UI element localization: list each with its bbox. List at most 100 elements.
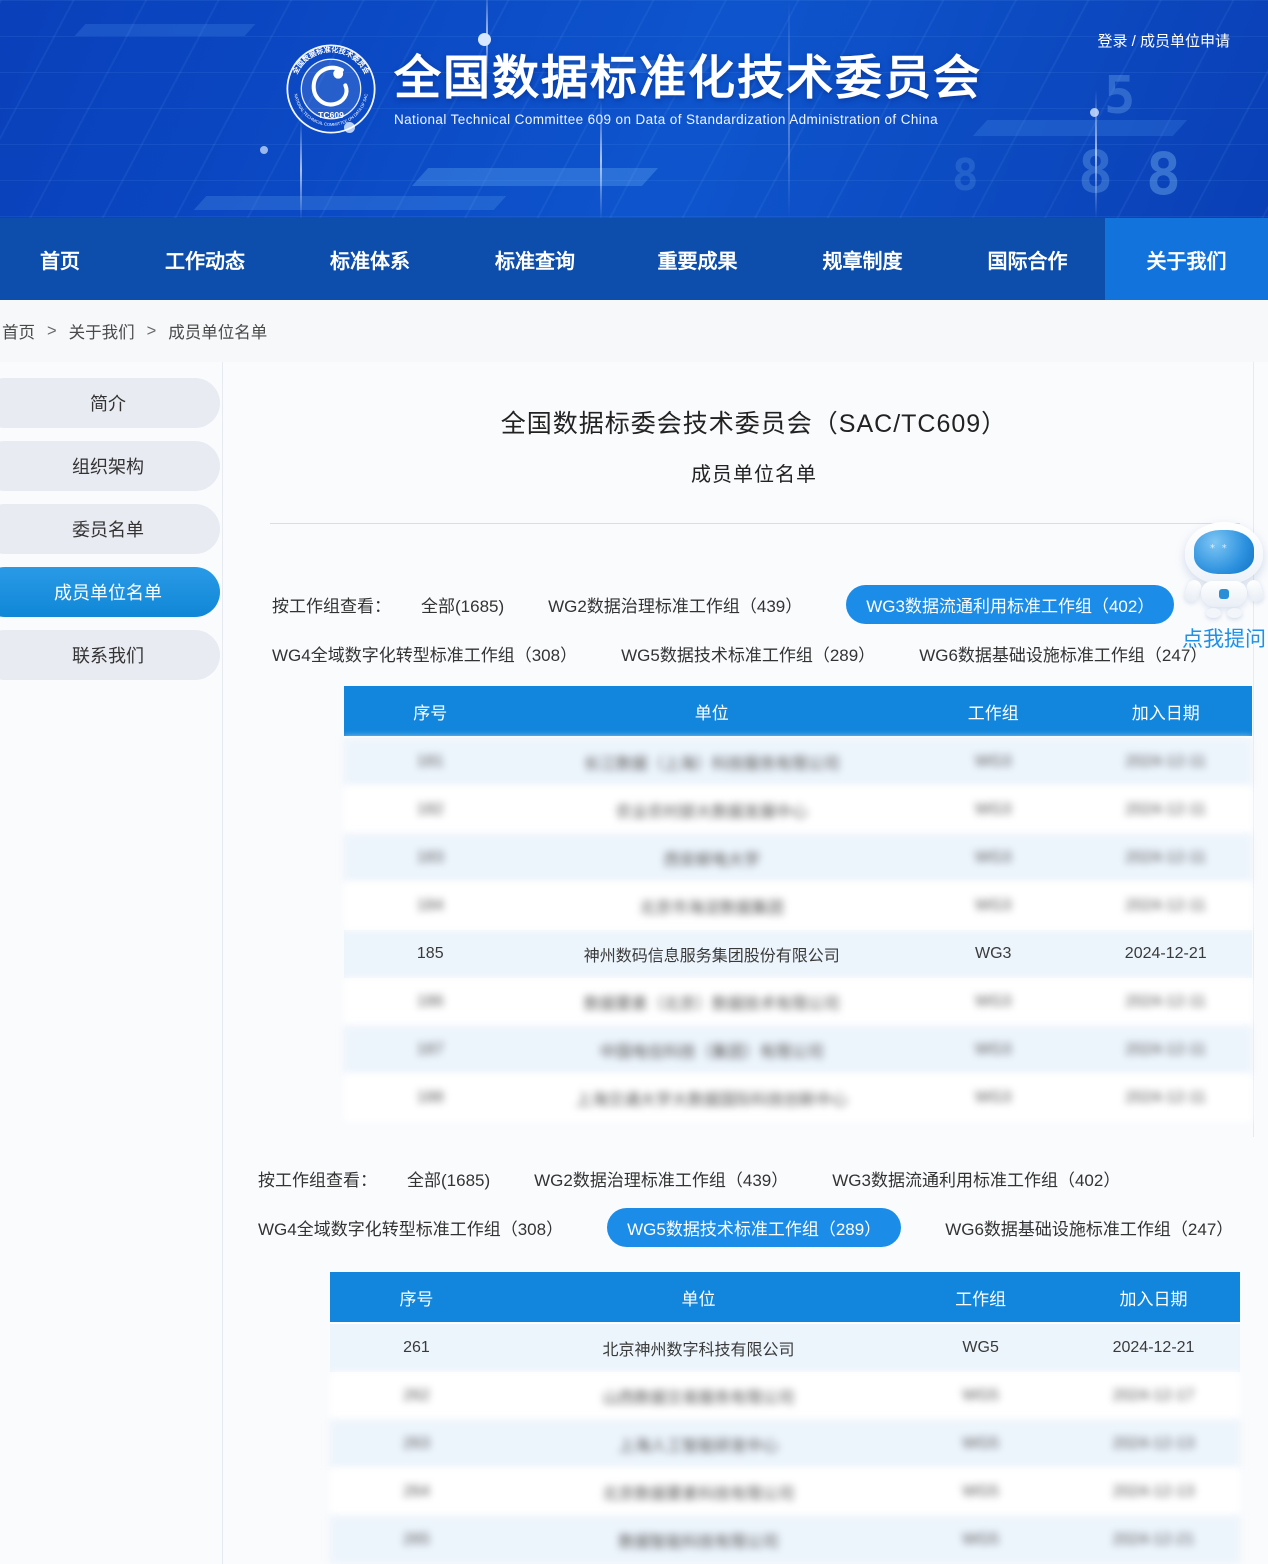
site-brand: 全国数据标准化技术委员会 NATIONAL TECHNICAL COMMITTE…: [0, 44, 1268, 134]
cell-org: 中国电信科技（集团）有限公司: [517, 1038, 907, 1062]
sidebar-item-member-units[interactable]: 成员单位名单: [0, 567, 220, 617]
nav-item-achievements[interactable]: 重要成果: [620, 218, 775, 300]
filter-wg4[interactable]: WG4全域数字化转型标准工作组（308）: [272, 641, 577, 666]
breadcrumb-home[interactable]: 首页: [2, 319, 35, 343]
nav-item-standard-search[interactable]: 标准查询: [450, 218, 620, 300]
cell-wg: WG3: [907, 945, 1080, 963]
table-header-row: 序号 单位 工作组 加入日期: [330, 1272, 1240, 1324]
cell-date: 2024-12-11: [1079, 993, 1252, 1011]
filter-all[interactable]: 全部(1685): [407, 1166, 490, 1191]
col-header-org: 单位: [503, 1285, 894, 1310]
filter-section-wg5: 按工作组查看： 全部(1685) WG2数据治理标准工作组（439） WG3数据…: [258, 1160, 1233, 1245]
col-header-wg: 工作组: [907, 699, 1080, 724]
robot-body: [1201, 581, 1247, 607]
header-decor-band: [412, 168, 658, 186]
cell-wg: WG5: [894, 1435, 1067, 1453]
cell-wg: WG3: [907, 849, 1080, 867]
filter-wg3[interactable]: WG3数据流通利用标准工作组（402）: [832, 1166, 1120, 1191]
filter-wg4[interactable]: WG4全域数字化转型标准工作组（308）: [258, 1215, 563, 1240]
site-header: 5 8 8 8 登录 / 成员单位申请 全国数据标准化技术委员会 N: [0, 0, 1268, 218]
filter-row: WG4全域数字化转型标准工作组（308） WG5数据技术标准工作组（289） W…: [272, 635, 1207, 671]
filter-wg2[interactable]: WG2数据治理标准工作组（439）: [548, 592, 802, 617]
sidebar-item-committee-list[interactable]: 委员名单: [0, 504, 220, 554]
nav-item-standard-system[interactable]: 标准体系: [290, 218, 450, 300]
cell-wg: WG5: [894, 1531, 1067, 1549]
robot-screen: [1194, 530, 1254, 574]
table-row: 264 北京数据要素科技有限公司 WG5 2024-12-13: [330, 1468, 1240, 1516]
sidebar: 简介 组织架构 委员名单 成员单位名单 联系我们: [0, 378, 220, 693]
breadcrumb-current: 成员单位名单: [168, 319, 267, 343]
table-row-highlight: 261 北京神州数字科技有限公司 WG5 2024-12-21: [330, 1324, 1240, 1372]
table-row: 184 北京市海淀数据集团 WG3 2024-12-11: [344, 882, 1252, 930]
cell-date: 2024-12-11: [1079, 801, 1252, 819]
cell-date: 2024-12-11: [1079, 1089, 1252, 1107]
ask-me-label[interactable]: 点我提问: [1180, 623, 1268, 653]
nav-item-home[interactable]: 首页: [0, 218, 120, 300]
member-table-wg3: 序号 单位 工作组 加入日期 181 长江数据（上海）科技服务有限公司 WG3 …: [344, 686, 1252, 1122]
cell-no: 262: [330, 1387, 503, 1405]
header-decor-band: [75, 24, 256, 36]
header-decor-dot: [260, 146, 268, 154]
filter-row: 按工作组查看： 全部(1685) WG2数据治理标准工作组（439） WG3数据…: [258, 1160, 1233, 1196]
sidebar-item-intro[interactable]: 简介: [0, 378, 220, 428]
cell-date: 2024-12-21: [1067, 1339, 1240, 1357]
table-row: 262 山西数据交易服务有限公司 WG5 2024-12-17: [330, 1372, 1240, 1420]
table-row: 183 西安邮电大学 WG3 2024-12-11: [344, 834, 1252, 882]
filter-label: 按工作组查看：: [272, 592, 391, 617]
table-row: 265 数据智能科技有限公司 WG5 2024-12-21: [330, 1516, 1240, 1564]
filter-label: 按工作组查看：: [258, 1166, 377, 1191]
cell-org: 北京神州数字科技有限公司: [503, 1336, 894, 1360]
nav-item-international[interactable]: 国际合作: [950, 218, 1105, 300]
filter-section-wg3: 按工作组查看： 全部(1685) WG2数据治理标准工作组（439） WG3数据…: [272, 586, 1207, 671]
table-header-row: 序号 单位 工作组 加入日期: [344, 686, 1252, 738]
cell-wg: WG5: [894, 1483, 1067, 1501]
col-header-no: 序号: [330, 1285, 503, 1310]
breadcrumb-about[interactable]: 关于我们: [69, 319, 135, 343]
cell-date: 2024-12-11: [1079, 1041, 1252, 1059]
site-title: 全国数据标准化技术委员会: [394, 51, 982, 105]
nav-item-about[interactable]: 关于我们: [1105, 218, 1268, 300]
filter-wg6[interactable]: WG6数据基础设施标准工作组（247）: [919, 641, 1207, 666]
cell-no: 186: [344, 993, 517, 1011]
cell-date: 2024-12-13: [1067, 1483, 1240, 1501]
cell-no: 265: [330, 1531, 503, 1549]
filter-wg6[interactable]: WG6数据基础设施标准工作组（247）: [945, 1215, 1233, 1240]
col-header-no: 序号: [344, 699, 517, 724]
page-subtitle: 成员单位名单: [240, 458, 1268, 487]
cell-date: 2024-12-11: [1079, 897, 1252, 915]
robot-arm: [1245, 578, 1265, 603]
chat-mascot[interactable]: 点我提问: [1180, 522, 1268, 653]
cell-org: 数据要素（北京）数据技术有限公司: [517, 990, 907, 1014]
nav-item-regulations[interactable]: 规章制度: [775, 218, 950, 300]
breadcrumb: 首页 > 关于我们 > 成员单位名单: [0, 300, 1268, 362]
filter-wg5[interactable]: WG5数据技术标准工作组（289）: [621, 641, 875, 666]
main-nav: 首页 工作动态 标准体系 标准查询 重要成果 规章制度 国际合作 关于我们: [0, 218, 1268, 300]
login-link[interactable]: 登录 / 成员单位申请: [1097, 30, 1230, 51]
cell-no: 181: [344, 753, 517, 771]
header-decor-digit: 8: [952, 150, 979, 201]
cell-org: 北京市海淀数据集团: [517, 894, 907, 918]
filter-wg2[interactable]: WG2数据治理标准工作组（439）: [534, 1166, 788, 1191]
cell-date: 2024-12-21: [1067, 1531, 1240, 1549]
filter-wg3-active-pill[interactable]: WG3数据流通利用标准工作组（402）: [846, 585, 1174, 624]
cell-org: 北京数据要素科技有限公司: [503, 1480, 894, 1504]
table-row: 188 上海交通大学大数据国际科技创新中心 WG3 2024-12-11: [344, 1074, 1252, 1122]
svg-text:TC609: TC609: [318, 110, 344, 120]
nav-item-news[interactable]: 工作动态: [120, 218, 290, 300]
cell-date: 2024-12-13: [1067, 1435, 1240, 1453]
content-edge-line: [222, 362, 223, 1564]
cell-no: 264: [330, 1483, 503, 1501]
member-table-wg5: 序号 单位 工作组 加入日期 261 北京神州数字科技有限公司 WG5 2024…: [330, 1272, 1240, 1564]
sidebar-item-structure[interactable]: 组织架构: [0, 441, 220, 491]
cell-wg: WG3: [907, 993, 1080, 1011]
filter-wg5-active-pill[interactable]: WG5数据技术标准工作组（289）: [607, 1208, 901, 1247]
cell-wg: WG3: [907, 897, 1080, 915]
cell-no: 185: [344, 945, 517, 963]
filter-row: 按工作组查看： 全部(1685) WG2数据治理标准工作组（439） WG3数据…: [272, 586, 1207, 622]
cell-wg: WG3: [907, 801, 1080, 819]
robot-leg: [1206, 608, 1221, 618]
filter-all[interactable]: 全部(1685): [421, 592, 504, 617]
cell-org: 上海人工智能研发中心: [503, 1432, 894, 1456]
sidebar-item-contact[interactable]: 联系我们: [0, 630, 220, 680]
col-header-org: 单位: [517, 699, 907, 724]
